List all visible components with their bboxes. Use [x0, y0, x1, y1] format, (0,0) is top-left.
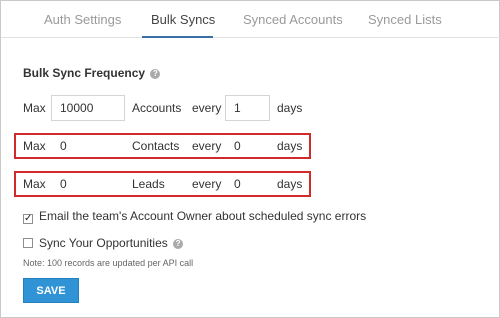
- every-label: every: [192, 177, 222, 191]
- active-tab-indicator: [142, 36, 213, 38]
- question-circle-icon[interactable]: ?: [173, 239, 184, 249]
- contacts-interval-input[interactable]: 0: [225, 133, 270, 159]
- unit-label: days: [277, 101, 303, 115]
- question-circle-icon[interactable]: ?: [150, 69, 161, 79]
- sync-row-contacts: Max 0 Contacts every 0 days: [1, 133, 500, 159]
- tab-bulk-syncs[interactable]: Bulk Syncs: [151, 12, 215, 27]
- sync-row-leads: Max 0 Leads every 0 days: [1, 171, 500, 197]
- tab-synced-accounts[interactable]: Synced Accounts: [243, 12, 343, 27]
- sync-opportunities-checkbox[interactable]: [23, 238, 33, 248]
- object-label: Contacts: [132, 139, 180, 153]
- object-label: Leads: [132, 177, 165, 191]
- every-label: every: [192, 139, 222, 153]
- leads-interval-input[interactable]: 0: [225, 171, 270, 197]
- tab-auth-settings[interactable]: Auth Settings: [44, 12, 121, 27]
- object-label: Accounts: [132, 101, 182, 115]
- tab-synced-lists[interactable]: Synced Lists: [368, 12, 442, 27]
- save-button[interactable]: SAVE: [23, 278, 79, 303]
- sync-opportunities-label: Sync Your Opportunities: [39, 236, 168, 250]
- api-note: Note: 100 records are updated per API ca…: [23, 258, 194, 268]
- section-title-text: Bulk Sync Frequency: [23, 66, 146, 80]
- unit-label: days: [277, 139, 303, 153]
- email-owner-option[interactable]: ✓ Email the team's Account Owner about sc…: [23, 209, 366, 224]
- unit-label: days: [277, 177, 303, 191]
- section-title: Bulk Sync Frequency ?: [23, 66, 161, 80]
- tab-bar: Auth Settings Bulk Syncs Synced Accounts…: [1, 1, 500, 38]
- max-label: Max: [23, 177, 46, 191]
- leads-count-input[interactable]: 0: [51, 171, 125, 197]
- bulk-syncs-panel: Auth Settings Bulk Syncs Synced Accounts…: [0, 0, 500, 318]
- max-label: Max: [23, 101, 46, 115]
- email-owner-label: Email the team's Account Owner about sch…: [39, 209, 367, 223]
- sync-opportunities-option[interactable]: Sync Your Opportunities ?: [23, 236, 184, 250]
- every-label: every: [192, 101, 222, 115]
- sync-row-accounts: Max 10000 Accounts every 1 days: [1, 95, 500, 121]
- max-label: Max: [23, 139, 46, 153]
- accounts-count-input[interactable]: 10000: [51, 95, 125, 121]
- contacts-count-input[interactable]: 0: [51, 133, 125, 159]
- email-owner-checkbox[interactable]: ✓: [23, 214, 33, 224]
- accounts-interval-input[interactable]: 1: [225, 95, 270, 121]
